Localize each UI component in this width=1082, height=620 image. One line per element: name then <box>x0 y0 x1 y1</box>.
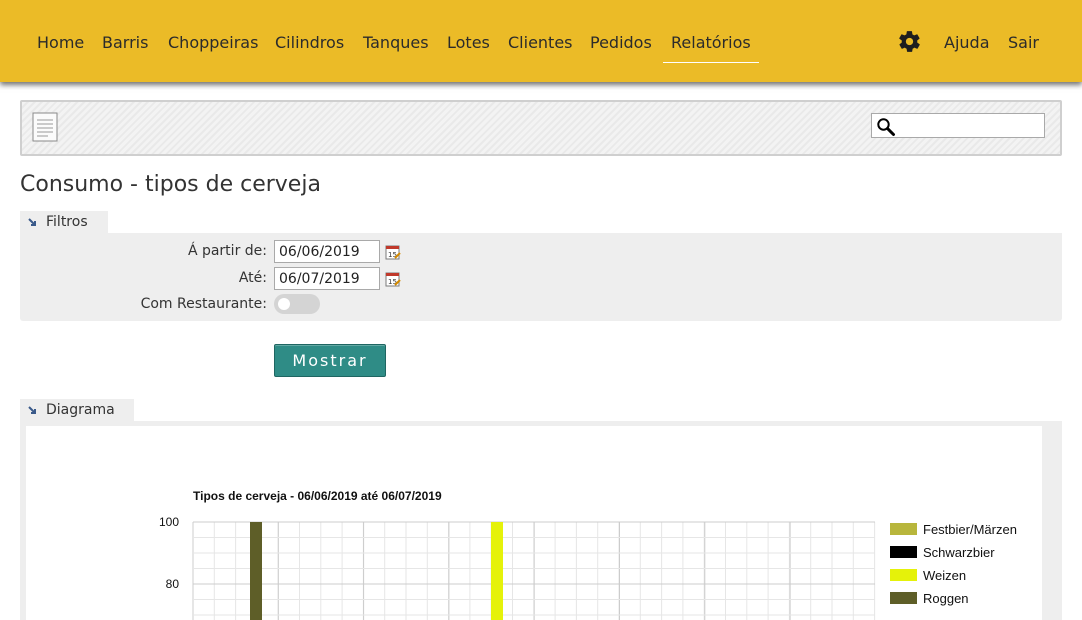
filters-section-tab[interactable]: Filtros <box>20 211 108 235</box>
legend-swatch <box>890 569 917 581</box>
logout-link[interactable]: Sair <box>1008 33 1039 52</box>
search-box <box>871 113 1045 138</box>
restaurant-toggle[interactable] <box>274 294 320 314</box>
to-date-label: Até: <box>238 270 267 286</box>
chart-canvas: 80 100 Festbier/Märzen Schwarzbier Weizen Rog… <box>159 515 1017 620</box>
show-button[interactable]: Mostrar <box>274 344 386 377</box>
chart-area: Tipos de cerveja - 06/06/2019 até 06/07/… <box>26 426 1042 620</box>
legend-label: Roggen <box>923 591 969 606</box>
document-icon[interactable] <box>32 112 58 142</box>
calendar-icon[interactable]: 15 <box>385 271 401 287</box>
nav-item-clientes[interactable]: Clientes <box>508 33 573 52</box>
legend-label: Weizen <box>923 568 966 583</box>
nav-item-pedidos[interactable]: Pedidos <box>590 33 652 52</box>
toggle-knob <box>278 298 290 310</box>
legend-label: Festbier/Märzen <box>923 522 1017 537</box>
restaurant-label: Com Restaurante: <box>140 296 267 312</box>
calendar-icon[interactable]: 15 <box>385 244 401 260</box>
nav-item-cilindros[interactable]: Cilindros <box>275 33 344 52</box>
y-tick-label: 100 <box>159 515 179 529</box>
nav-item-home[interactable]: Home <box>37 33 84 52</box>
legend-swatch <box>890 546 917 558</box>
bar-roggen <box>250 522 262 620</box>
nav-item-relatorios[interactable]: Relatórios <box>663 33 759 63</box>
bar-weizen <box>491 522 503 620</box>
toolbar <box>20 100 1062 156</box>
legend-swatch <box>890 523 917 535</box>
nav-item-choppeiras[interactable]: Choppeiras <box>168 33 258 52</box>
search-icon <box>877 118 895 136</box>
nav-item-barris[interactable]: Barris <box>102 33 148 52</box>
legend-swatch <box>890 592 917 604</box>
gear-icon[interactable] <box>897 29 922 54</box>
page-title: Consumo - tipos de cerveja <box>20 172 321 197</box>
nav-item-lotes[interactable]: Lotes <box>447 33 490 52</box>
y-tick-label: 80 <box>166 577 180 591</box>
nav-item-tanques[interactable]: Tanques <box>363 33 429 52</box>
top-navbar: Home Barris Choppeiras Cilindros Tanques… <box>0 0 1082 82</box>
collapse-arrow-icon <box>28 218 36 226</box>
from-date-input[interactable] <box>274 240 380 263</box>
legend-label: Schwarzbier <box>923 545 995 560</box>
from-date-label: Á partir de: <box>187 243 267 259</box>
collapse-arrow-icon <box>28 406 36 414</box>
filters-section-label: Filtros <box>46 214 88 230</box>
diagram-section-label: Diagrama <box>46 402 115 418</box>
search-input[interactable] <box>900 116 1044 137</box>
diagram-panel: Tipos de cerveja - 06/06/2019 até 06/07/… <box>20 421 1062 620</box>
diagram-section-tab[interactable]: Diagrama <box>20 399 134 423</box>
to-date-input[interactable] <box>274 267 380 290</box>
help-link[interactable]: Ajuda <box>944 33 990 52</box>
filters-panel: Á partir de: 15 Até: 15 Com Restaurante: <box>20 233 1062 321</box>
